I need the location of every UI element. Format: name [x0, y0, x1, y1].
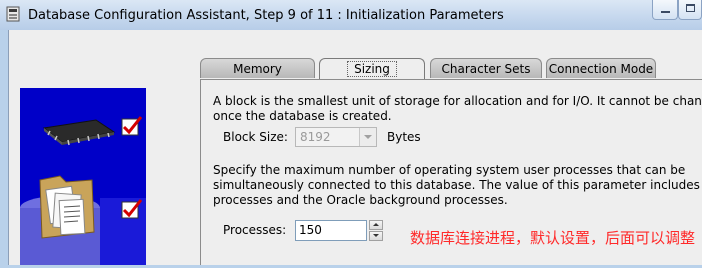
- window-title: Database Configuration Assistant, Step 9…: [28, 8, 504, 23]
- description-line: simultaneously connected to this databas…: [213, 178, 702, 192]
- checkmark-icon: [121, 199, 142, 219]
- processes-label: Processes:: [223, 223, 287, 237]
- chevron-down-icon: [359, 128, 376, 146]
- tab-label: Connection Mode: [548, 62, 654, 76]
- tab-memory[interactable]: Memory: [200, 58, 315, 78]
- checkmark-icon: [121, 116, 142, 136]
- memory-chip-icon: [42, 119, 116, 146]
- tab-label: Character Sets: [441, 62, 531, 76]
- description-line: A block is the smallest unit of storage …: [213, 94, 702, 108]
- description-line: processes and the Oracle background proc…: [213, 193, 508, 207]
- tab-connection-mode[interactable]: Connection Mode: [546, 58, 656, 78]
- block-size-value: 8192: [300, 130, 331, 144]
- tab-label: Memory: [233, 62, 282, 76]
- documents-folder-icon: [39, 175, 95, 239]
- maximize-icon: [686, 4, 695, 12]
- minimize-button[interactable]: [652, 0, 678, 20]
- processes-decrement-button[interactable]: [369, 231, 383, 241]
- block-size-unit: Bytes: [387, 130, 421, 144]
- description-line: Specify the maximum number of operating …: [213, 163, 686, 177]
- annotation-note: 数据库连接进程，默认设置，后面可以调整: [410, 229, 696, 247]
- database-app-icon: [6, 6, 20, 22]
- block-size-label: Block Size:: [223, 130, 288, 144]
- processes-input[interactable]: 150: [295, 220, 367, 241]
- title-bar: Database Configuration Assistant, Step 9…: [0, 0, 702, 30]
- tab-label: Sizing: [347, 61, 397, 77]
- processes-description: Specify the maximum number of operating …: [213, 163, 702, 208]
- maximize-button[interactable]: [678, 0, 702, 20]
- block-size-select: 8192: [295, 127, 377, 147]
- block-size-description: A block is the smallest unit of storage …: [213, 94, 702, 124]
- tab-character-sets[interactable]: Character Sets: [430, 58, 542, 78]
- processes-increment-button[interactable]: [369, 220, 383, 230]
- tab-sizing[interactable]: Sizing: [319, 58, 425, 80]
- minimize-icon: [661, 11, 670, 13]
- description-line: once the database is created.: [213, 109, 392, 123]
